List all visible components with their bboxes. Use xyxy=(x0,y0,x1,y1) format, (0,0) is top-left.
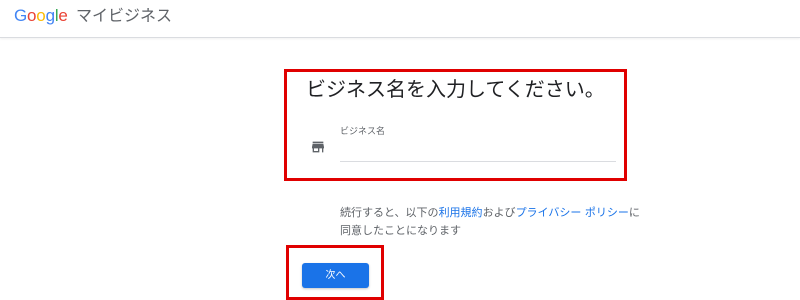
storefront-icon xyxy=(312,141,324,153)
product-name: マイビジネス xyxy=(76,6,173,25)
business-name-label: ビジネス名 xyxy=(340,127,386,137)
app-header: Google マイビジネス xyxy=(0,0,800,38)
terms-of-service-link[interactable]: 利用規約 xyxy=(439,206,483,219)
form-title: ビジネス名を入力してください。 xyxy=(306,77,605,101)
privacy-policy-link[interactable]: プライバシー ポリシー xyxy=(516,206,629,219)
business-name-input[interactable] xyxy=(340,140,616,162)
terms-notice: 続行すると、以下の利用規約およびプライバシー ポリシーに同意したことになります xyxy=(340,204,640,240)
google-logo[interactable]: Google xyxy=(14,6,68,26)
next-button[interactable]: 次へ xyxy=(302,263,369,288)
terms-prefix: 続行すると、以下の xyxy=(340,206,439,219)
terms-middle: および xyxy=(482,206,516,219)
